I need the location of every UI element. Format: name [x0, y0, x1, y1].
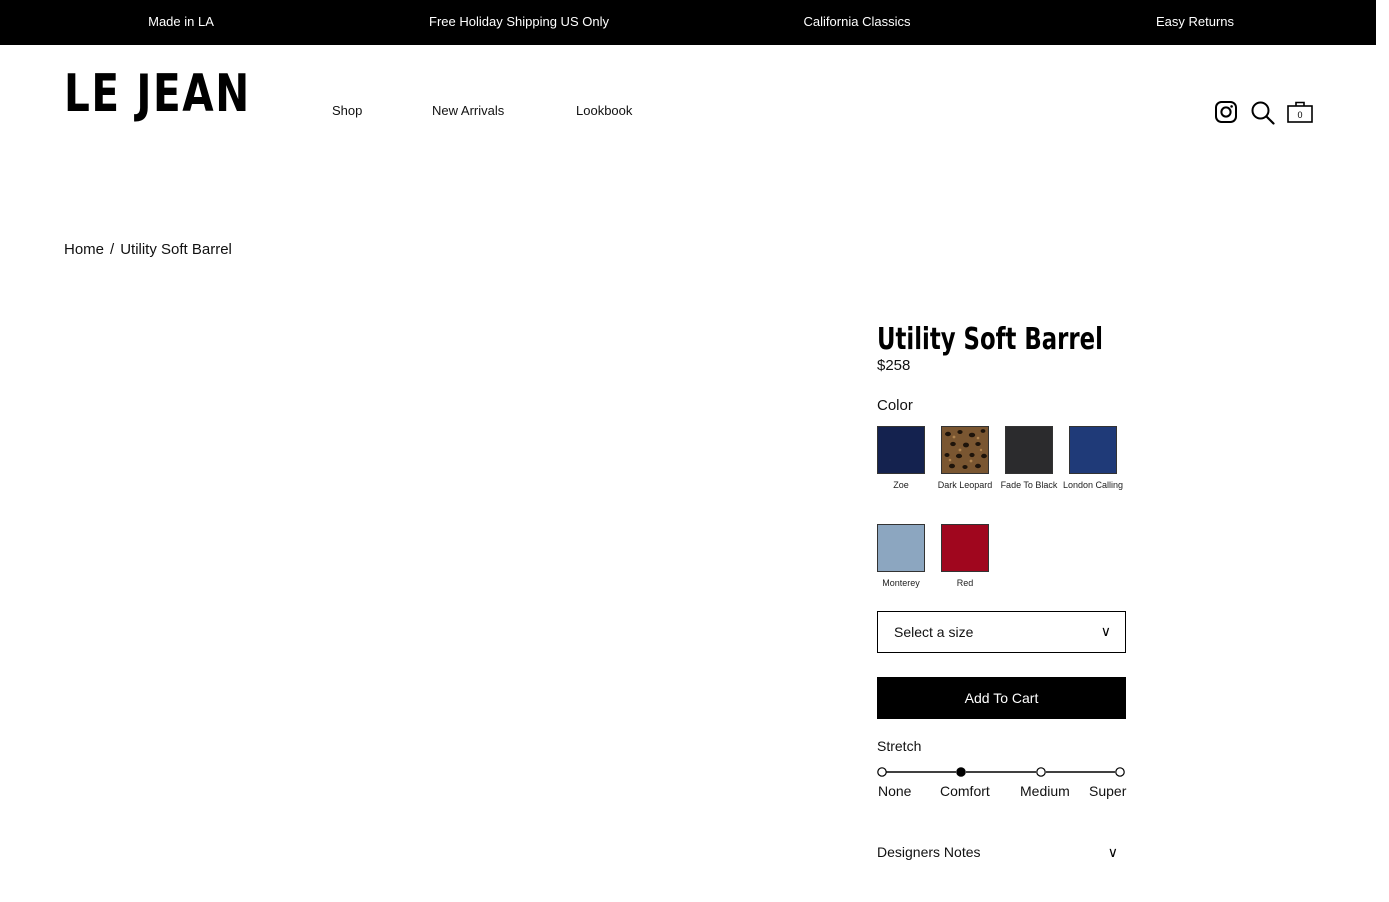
breadcrumb: Home / Utility Soft Barrel — [64, 241, 232, 258]
nav-shop[interactable]: Shop — [332, 103, 362, 118]
swatch-red[interactable] — [941, 524, 989, 572]
stretch-scale — [877, 767, 1125, 777]
search-icon[interactable] — [1250, 100, 1276, 126]
announcement-easy-returns: Easy Returns — [1155, 14, 1235, 29]
breadcrumb-separator: / — [110, 241, 115, 258]
breadcrumb-home[interactable]: Home — [64, 241, 104, 258]
nav-new-arrivals[interactable]: New Arrivals — [432, 103, 504, 118]
swatch-monterey[interactable] — [877, 524, 925, 572]
stretch-level-super: Super — [1089, 783, 1127, 799]
size-select[interactable]: Select a size ∨ — [877, 611, 1126, 653]
stretch-dot-super — [1115, 767, 1125, 777]
announcement-california-classics: California Classics — [803, 14, 911, 29]
stretch-dot-comfort — [956, 767, 966, 777]
site-logo[interactable]: LE JEAN — [64, 68, 251, 120]
add-to-cart-button[interactable]: Add To Cart — [877, 677, 1126, 719]
swatch-dark-leopard[interactable] — [941, 426, 989, 474]
size-select-placeholder: Select a size — [894, 624, 974, 640]
swatch-label-monterey: Monterey — [882, 578, 920, 588]
stretch-level-none: None — [878, 783, 912, 799]
swatch-label-red: Red — [956, 578, 974, 588]
swatch-zoe[interactable] — [877, 426, 925, 474]
swatch-label-london-calling: London Calling — [1062, 480, 1124, 490]
chevron-down-icon: ∨ — [1107, 844, 1118, 860]
announcement-free-shipping: Free Holiday Shipping US Only — [429, 14, 609, 29]
designers-notes-accordion[interactable]: Designers Notes ∨ — [877, 843, 1126, 865]
swatch-label-fade-to-black: Fade To Black — [1000, 480, 1058, 490]
product-price: $258 — [877, 357, 911, 374]
product-title: Utility Soft Barrel — [877, 322, 1103, 357]
stretch-dot-none — [877, 767, 887, 777]
stretch-dot-medium — [1036, 767, 1046, 777]
stretch-level-comfort: Comfort — [940, 783, 990, 799]
swatch-label-zoe: Zoe — [893, 480, 909, 490]
announcement-made-in-la: Made in LA — [148, 14, 214, 29]
nav-lookbook[interactable]: Lookbook — [576, 103, 632, 118]
swatch-london-calling[interactable] — [1069, 426, 1117, 474]
stretch-level-medium: Medium — [1020, 783, 1070, 799]
announcement-bar: Made in LA Free Holiday Shipping US Only… — [0, 0, 1376, 45]
breadcrumb-current: Utility Soft Barrel — [120, 241, 232, 258]
instagram-icon[interactable] — [1214, 100, 1238, 124]
color-label: Color — [877, 397, 913, 414]
cart-count: 0 — [1297, 110, 1303, 120]
leopard-pattern — [942, 427, 988, 473]
swatch-fade-to-black[interactable] — [1005, 426, 1053, 474]
designers-notes-label: Designers Notes — [877, 844, 981, 860]
swatch-label-dark-leopard: Dark Leopard — [937, 480, 993, 490]
stretch-label: Stretch — [877, 738, 922, 754]
chevron-down-icon: ∨ — [1100, 623, 1111, 639]
